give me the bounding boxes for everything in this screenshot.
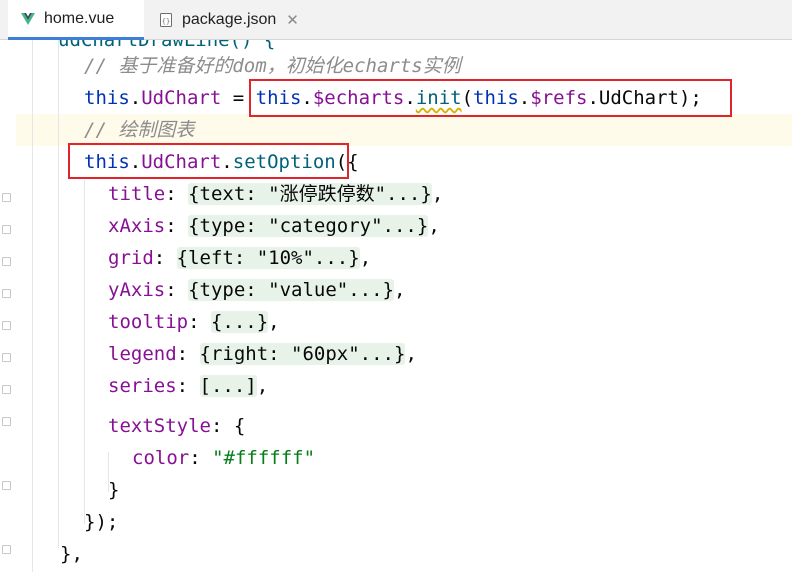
indent-guide xyxy=(84,180,85,524)
highlight-box-echarts-init xyxy=(249,79,732,117)
tab-package-json[interactable]: {} package.json ✕ xyxy=(150,0,300,40)
fold-icon[interactable] xyxy=(2,289,11,298)
fold-icon[interactable] xyxy=(2,481,11,490)
indent-guide xyxy=(58,40,59,548)
folded-region[interactable]: {left: "10%"...} xyxy=(176,247,360,269)
code-comment: // 绘制图表 xyxy=(84,119,195,141)
tab-home-vue[interactable]: home.vue xyxy=(8,0,144,40)
code-line-option: xAxis: {type: "category"...}, xyxy=(108,215,440,237)
gutter xyxy=(0,40,16,572)
highlight-box-setoption xyxy=(68,143,349,179)
code-editor[interactable]: udChartDrawLine() { // 基于准备好的dom，初始化echa… xyxy=(0,40,792,572)
folded-region[interactable]: [...] xyxy=(199,375,257,397)
fold-icon[interactable] xyxy=(2,225,11,234)
code-line-option: textStyle: { xyxy=(108,415,246,437)
json-file-icon: {} xyxy=(158,12,174,28)
fold-icon[interactable] xyxy=(2,257,11,266)
tab-label: package.json xyxy=(182,11,277,28)
code-line: }); xyxy=(84,511,119,533)
folded-region[interactable]: {...} xyxy=(210,311,269,333)
code-line-option: series: [...], xyxy=(108,375,269,397)
code-line-option: yAxis: {type: "value"...}, xyxy=(108,279,406,301)
code-line: }, xyxy=(60,543,83,565)
folded-region[interactable]: {right: "60px"...} xyxy=(199,343,406,365)
folded-region[interactable]: {type: "category"...} xyxy=(188,215,429,237)
folded-region[interactable]: {type: "value"...} xyxy=(188,279,394,301)
fold-icon[interactable] xyxy=(2,545,11,554)
fold-icon[interactable] xyxy=(2,193,11,202)
fold-icon[interactable] xyxy=(2,321,11,330)
code-line: } xyxy=(108,479,120,501)
code-line-option: legend: {right: "60px"...}, xyxy=(108,343,417,365)
vue-icon xyxy=(20,11,36,27)
fold-icon[interactable] xyxy=(2,385,11,394)
close-icon[interactable]: ✕ xyxy=(286,11,299,29)
editor-tab-bar: home.vue {} package.json ✕ xyxy=(0,0,792,40)
tab-label: home.vue xyxy=(44,9,115,27)
code-line: color: "#ffffff" xyxy=(132,447,316,469)
fold-icon[interactable] xyxy=(2,417,11,426)
code-line-option: grid: {left: "10%"...}, xyxy=(108,247,372,269)
code-line-option: tooltip: {...}, xyxy=(108,311,280,333)
svg-text:{}: {} xyxy=(162,18,170,26)
indent-guide xyxy=(32,40,33,572)
code-comment: // 基于准备好的dom，初始化echarts实例 xyxy=(84,55,461,77)
folded-region[interactable]: {text: "涨停跌停数"...} xyxy=(188,183,432,205)
code-line-option: title: {text: "涨停跌停数"...}, xyxy=(108,183,444,205)
fold-icon[interactable] xyxy=(2,353,11,362)
